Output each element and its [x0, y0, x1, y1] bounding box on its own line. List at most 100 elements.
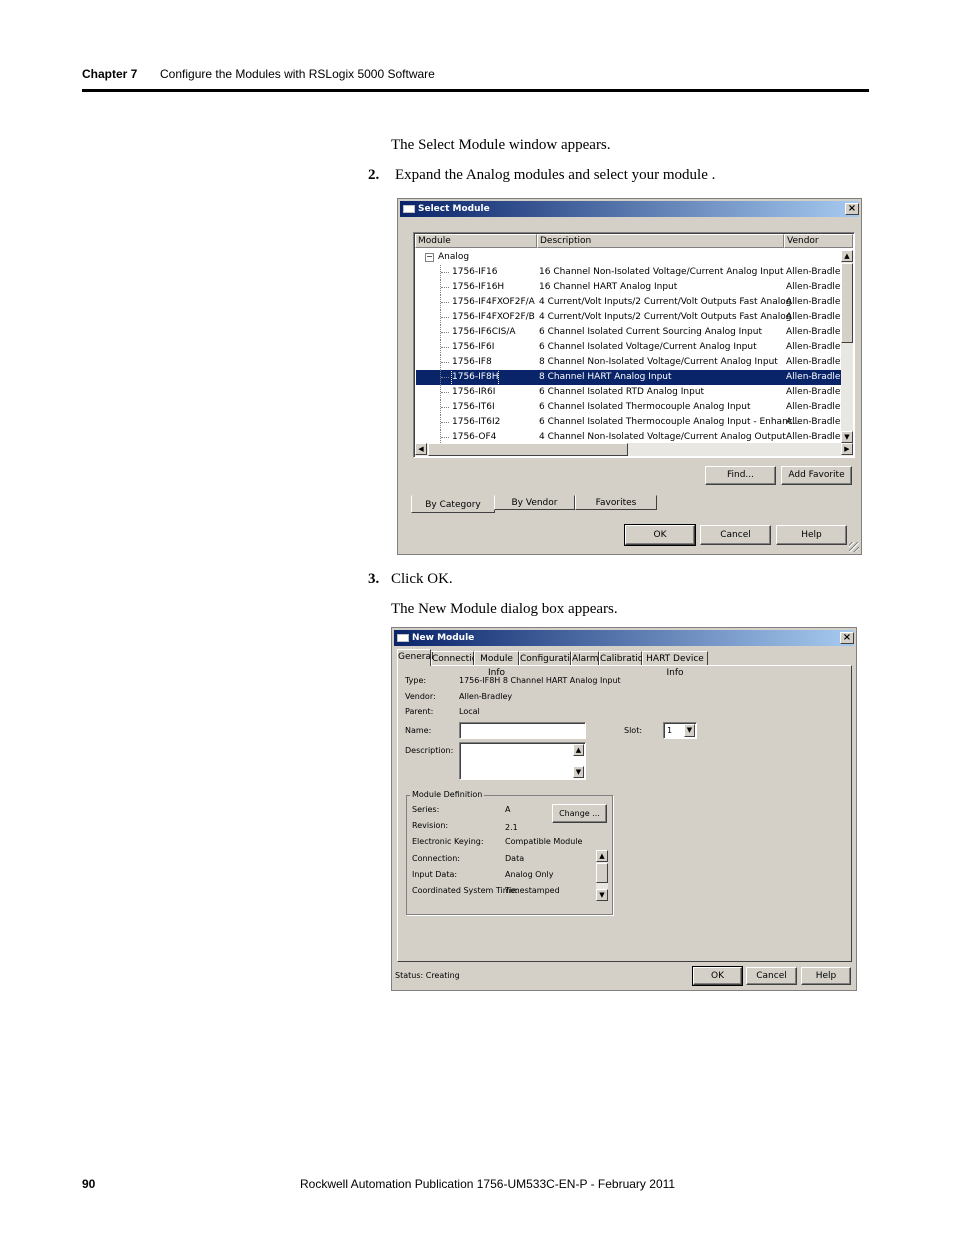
column-header-module[interactable]: Module — [415, 234, 537, 248]
hscroll-thumb[interactable] — [428, 443, 628, 456]
scroll-down-icon[interactable]: ▼ — [573, 766, 584, 778]
new-module-titlebar: New Module — [394, 630, 854, 646]
list-item[interactable]: 1756-IT6I 6 Channel Isolated Thermocouple… — [416, 400, 846, 415]
window-icon — [397, 634, 409, 642]
tab-module-info[interactable]: Module Info — [474, 651, 519, 678]
close-icon[interactable]: × — [840, 632, 854, 644]
list-item[interactable]: 1756-IF4FXOF2F/B 4 Current/Volt Inputs/2 … — [416, 310, 846, 325]
cst-label: Coordinated System Time: — [412, 886, 519, 895]
tab-hart-device-info[interactable]: HART Device Info — [642, 651, 708, 678]
scroll-down-icon[interactable]: ▼ — [596, 889, 608, 901]
list-item[interactable]: 1756-IT6I2 6 Channel Isolated Thermocoupl… — [416, 415, 846, 430]
input-data-value: Analog Only — [505, 870, 554, 879]
parent-value: Local — [459, 707, 480, 716]
tab-by-vendor[interactable]: By Vendor — [494, 495, 575, 510]
help-button[interactable]: Help — [801, 967, 851, 985]
change-button[interactable]: Change ... — [552, 804, 607, 823]
horizontal-scrollbar[interactable]: ◀ ▶ — [415, 443, 853, 456]
select-module-titlebar: Select Module — [400, 201, 859, 217]
cancel-button[interactable]: Cancel — [746, 967, 797, 985]
scroll-left-icon[interactable]: ◀ — [415, 443, 427, 455]
parent-label: Parent: — [405, 707, 434, 716]
help-button[interactable]: Help — [776, 525, 847, 545]
ok-button[interactable]: OK — [692, 966, 743, 986]
tab-favorites[interactable]: Favorites — [575, 495, 657, 510]
list-item[interactable]: 1756-IF6CIS/A 6 Channel Isolated Current … — [416, 325, 846, 340]
series-value: A — [505, 805, 511, 814]
connection-label: Connection: — [412, 854, 460, 863]
tab-calibration[interactable]: Calibration — [599, 651, 649, 666]
list-item[interactable]: 1756-IF6I 6 Channel Isolated Voltage/Curr… — [416, 340, 846, 355]
vertical-scrollbar[interactable]: ▲ ▼ — [841, 250, 853, 443]
find-button[interactable]: Find... — [705, 466, 776, 485]
tab-alarm[interactable]: Alarm — [571, 651, 599, 666]
resize-grip-icon[interactable] — [849, 542, 859, 552]
new-module-title: New Module — [412, 633, 475, 643]
step-2-number: 2. — [368, 167, 380, 183]
scroll-up-icon[interactable]: ▲ — [573, 744, 584, 756]
select-module-window: Select Module × Module Description Vendo… — [397, 198, 862, 555]
scroll-right-icon[interactable]: ▶ — [841, 443, 853, 455]
list-item[interactable]: 1756-IR6I 6 Channel Isolated RTD Analog I… — [416, 385, 846, 400]
description-label: Description: — [405, 746, 454, 755]
revision-label: Revision: — [412, 821, 449, 830]
window-icon — [403, 205, 415, 213]
chapter-label: Chapter 7 — [82, 67, 138, 81]
status-text: Status: Creating — [395, 971, 460, 980]
step-3-text: Click OK. — [391, 571, 453, 587]
scroll-up-icon[interactable]: ▲ — [596, 850, 608, 862]
input-data-label: Input Data: — [412, 870, 458, 879]
vendor-value: Allen-Bradley — [459, 692, 513, 701]
connection-value: Data — [505, 854, 525, 863]
tab-configuration[interactable]: Configuration — [519, 651, 581, 666]
select-module-title: Select Module — [418, 204, 490, 214]
new-module-appears-text: The New Module dialog box appears. — [391, 601, 618, 617]
revision-value: 2.1 — [505, 823, 518, 832]
module-list[interactable]: Module Description Vendor − Analog 1756-… — [413, 232, 855, 458]
tab-general[interactable]: General — [397, 649, 433, 666]
slot-value: 1 — [667, 726, 673, 735]
publication-info: Rockwell Automation Publication 1756-UM5… — [300, 1177, 676, 1191]
list-item[interactable]: 1756-IF16 16 Channel Non-Isolated Voltage… — [416, 265, 846, 280]
chapter-title: Configure the Modules with RSLogix 5000 … — [160, 67, 435, 81]
tab-connection[interactable]: Connection — [431, 651, 483, 666]
module-definition-group: Module Definition Series: A Change ... R… — [406, 790, 613, 915]
tree-category-analog[interactable]: − Analog — [416, 250, 841, 265]
name-input[interactable] — [459, 722, 586, 739]
general-tab-panel: Type: 1756-IF8H 8 Channel HART Analog In… — [397, 665, 852, 962]
list-item[interactable]: 1756-IF4FXOF2F/A 4 Current/Volt Inputs/2 … — [416, 295, 846, 310]
column-header-vendor[interactable]: Vendor — [784, 234, 853, 248]
definition-scrollbar[interactable]: ▲ ▼ — [596, 850, 608, 901]
cancel-button[interactable]: Cancel — [700, 525, 771, 545]
type-value: 1756-IF8H 8 Channel HART Analog Input — [459, 676, 621, 685]
step-2-text: Expand the Analog modules and select you… — [395, 167, 716, 183]
scroll-up-icon[interactable]: ▲ — [841, 250, 853, 262]
new-module-dialog: New Module × General Connection Module I… — [391, 627, 857, 991]
header-rule — [82, 89, 869, 92]
slot-select[interactable]: 1 ▼ — [663, 722, 697, 739]
tab-by-category[interactable]: By Category — [411, 495, 495, 513]
cst-value: Timestamped — [505, 886, 560, 895]
name-label: Name: — [405, 726, 432, 735]
select-appears-text: The Select Module window appears. — [391, 137, 611, 153]
column-header-description[interactable]: Description — [537, 234, 784, 248]
keying-value: Compatible Module — [505, 837, 583, 846]
scroll-thumb[interactable] — [841, 263, 853, 343]
close-icon[interactable]: × — [845, 203, 859, 215]
vendor-label: Vendor: — [405, 692, 436, 701]
list-item[interactable]: 1756-IF16H 16 Channel HART Analog Input Al… — [416, 280, 846, 295]
ok-button[interactable]: OK — [624, 524, 696, 546]
series-label: Series: — [412, 805, 440, 814]
add-favorite-button[interactable]: Add Favorite — [781, 466, 852, 485]
list-item-selected[interactable]: 1756-IF8H 8 Channel HART Analog Input Alle… — [416, 369, 846, 386]
scroll-thumb[interactable] — [596, 863, 608, 883]
chevron-down-icon[interactable]: ▼ — [684, 724, 695, 737]
description-input[interactable]: ▲ ▼ — [459, 742, 586, 780]
scroll-down-icon[interactable]: ▼ — [841, 431, 853, 443]
keying-label: Electronic Keying: — [412, 837, 484, 846]
type-label: Type: — [405, 676, 427, 685]
collapse-icon[interactable]: − — [425, 253, 434, 262]
step-3-number: 3. — [368, 571, 380, 587]
list-item[interactable]: 1756-IF8 8 Channel Non-Isolated Voltage/C… — [416, 355, 846, 370]
page-number: 90 — [82, 1177, 96, 1191]
